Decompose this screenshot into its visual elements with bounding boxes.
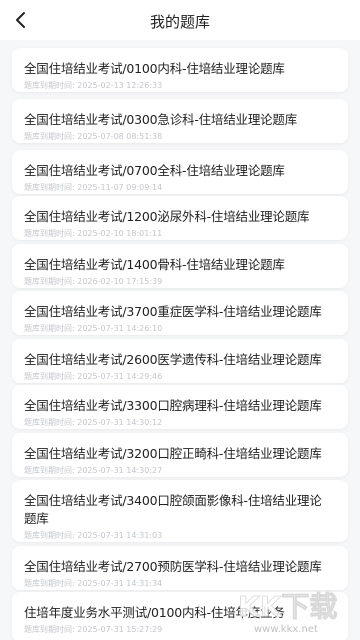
item-title: 全国住培结业考试/2700预防医学科-住培结业理论题库 bbox=[24, 559, 322, 574]
list-item[interactable]: 全国住培结业考试/0300急诊科-住培结业理论题库 题库到期时间: 2025-0… bbox=[12, 99, 348, 143]
item-title: 全国住培结业考试/3700重症医学科-住培结业理论题库 bbox=[24, 304, 322, 319]
list-item[interactable]: 全国住培结业考试/1400骨科-住培结业理论题库 题库到期时间: 2026-02… bbox=[12, 244, 348, 288]
list-item[interactable]: 全国住培结业考试/3200口腔正畸科-住培结业理论题库 题库到期时间: 2025… bbox=[12, 433, 348, 477]
item-expiry: 题库到期时间: 2025-02-10 18:01:11 bbox=[24, 229, 163, 238]
item-title: 全国住培结业考试/3300口腔病理科-住培结业理论题库 bbox=[24, 398, 322, 413]
item-expiry: 题库到期时间: 2025-07-31 14:31:03 bbox=[24, 531, 163, 540]
watermark-url: www.kkx.net bbox=[254, 624, 318, 635]
item-expiry: 题库到期时间: 2025-11-07 09:09:14 bbox=[24, 183, 163, 192]
item-title: 全国住培结业考试/1400骨科-住培结业理论题库 bbox=[24, 257, 285, 272]
list-item[interactable]: 全国住培结业考试/0100内科-住培结业理论题库 题库到期时间: 2025-02… bbox=[12, 48, 348, 92]
list-item[interactable]: 全国住培结业考试/3300口腔病理科-住培结业理论题库 题库到期时间: 2025… bbox=[12, 385, 348, 429]
list-item[interactable]: 全国住培结业考试/1200泌尿外科-住培结业理论题库 题库到期时间: 2025-… bbox=[12, 196, 348, 240]
item-title: 全国住培结业考试/0300急诊科-住培结业理论题库 bbox=[24, 112, 298, 127]
watermark-brand: KK下载 bbox=[238, 590, 337, 623]
item-title: 全国住培结业考试/2600医学遗传科-住培结业理论题库 bbox=[24, 352, 322, 367]
item-title: 全国住培结业考试/1200泌尿外科-住培结业理论题库 bbox=[24, 209, 310, 224]
item-expiry: 题库到期时间: 2025-02-13 12:26:33 bbox=[24, 81, 163, 90]
list-item[interactable]: 全国住培结业考试/2600医学遗传科-住培结业理论题库 题库到期时间: 2025… bbox=[12, 339, 348, 383]
item-title: 全国住培结业考试/3400口腔颌面影像科-住培结业理论题库 bbox=[24, 493, 322, 526]
item-title: 全国住培结业考试/3200口腔正畸科-住培结业理论题库 bbox=[24, 446, 322, 461]
app-header: 我的题库 bbox=[0, 0, 360, 40]
item-expiry: 题库到期时间: 2025-07-31 14:26:10 bbox=[24, 324, 163, 333]
list-item[interactable]: 全国住培结业考试/2700预防医学科-住培结业理论题库 题库到期时间: 2025… bbox=[12, 546, 348, 590]
item-expiry: 题库到期时间: 2025-07-31 14:29:46 bbox=[24, 372, 163, 381]
item-expiry: 题库到期时间: 2025-07-08 08:51:38 bbox=[24, 132, 163, 141]
list-item[interactable]: 全国住培结业考试/0700全科-住培结业理论题库 题库到期时间: 2025-11… bbox=[12, 150, 348, 194]
question-bank-list[interactable]: 全国住培结业考试/0100内科-住培结业理论题库 题库到期时间: 2025-02… bbox=[0, 40, 360, 640]
item-expiry: 题库到期时间: 2026-02-10 17:15:39 bbox=[24, 277, 163, 286]
item-title: 全国住培结业考试/0100内科-住培结业理论题库 bbox=[24, 61, 285, 76]
kk-download-watermark: KK下载 www.kkx.net bbox=[238, 590, 338, 635]
item-title: 全国住培结业考试/0700全科-住培结业理论题库 bbox=[24, 163, 285, 178]
item-expiry: 题库到期时间: 2025-07-31 14:30:27 bbox=[24, 466, 163, 475]
item-expiry: 题库到期时间: 2025-07-31 14:30:12 bbox=[24, 418, 163, 427]
list-item[interactable]: 全国住培结业考试/3700重症医学科-住培结业理论题库 题库到期时间: 2025… bbox=[12, 291, 348, 335]
page-title: 我的题库 bbox=[149, 13, 210, 31]
list-item[interactable]: 全国住培结业考试/3400口腔颌面影像科-住培结业理论题库 题库到期时间: 20… bbox=[12, 480, 348, 542]
